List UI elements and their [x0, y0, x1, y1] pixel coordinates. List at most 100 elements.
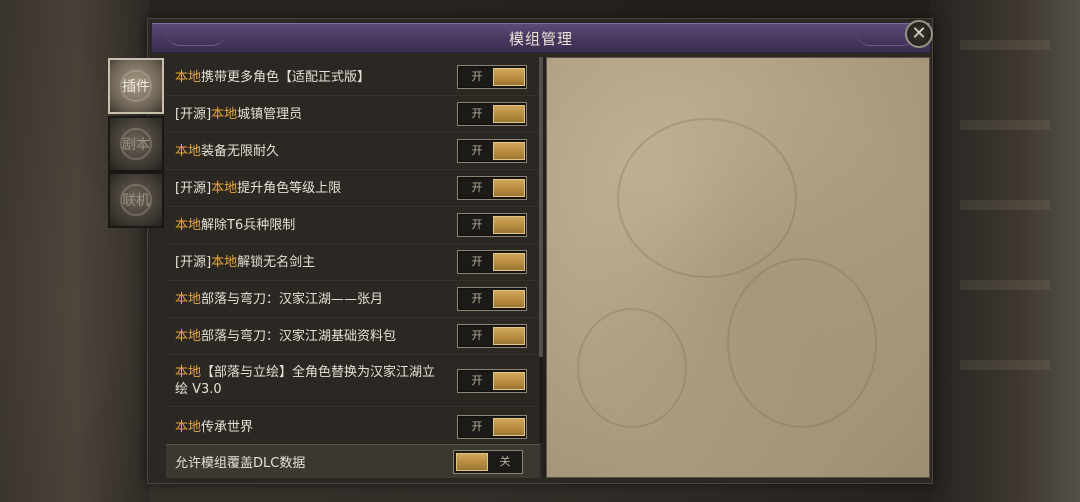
toggle-knob — [493, 216, 525, 234]
toggle-state-text: 开 — [471, 373, 483, 387]
toggle-state-text: 开 — [471, 70, 483, 83]
mod-label: 本地传承世界 — [175, 419, 445, 436]
background-decoration — [960, 200, 1050, 210]
mod-toggle[interactable]: 开 — [457, 65, 527, 89]
mod-source-tag: 本地 — [211, 254, 238, 270]
tab-label: 插件 — [122, 79, 150, 95]
toggle-state-text: 开 — [471, 329, 483, 342]
mod-toggle[interactable]: 开 — [457, 415, 527, 439]
mod-source-tag: 本地 — [175, 69, 202, 85]
mod-name: 装备无限耐久 — [201, 143, 280, 159]
background-decoration — [960, 120, 1050, 130]
background-decoration — [960, 40, 1050, 50]
dlc-override-label: 允许模组覆盖DLC数据 — [175, 456, 306, 471]
mod-prefix: [开源] — [175, 106, 212, 122]
title-ornament-left — [166, 32, 226, 46]
mod-toggle[interactable]: 开 — [457, 287, 527, 311]
mod-row: 本地部落与弯刀：汉家江湖——张月 开 — [166, 281, 540, 318]
mod-name: 部落与弯刀：汉家江湖基础资料包 — [201, 328, 397, 344]
preview-illustration — [727, 258, 877, 428]
toggle-knob — [493, 418, 525, 436]
mod-source-tag: 本地 — [175, 217, 202, 233]
toggle-knob — [493, 105, 525, 123]
preview-illustration — [617, 118, 797, 278]
mod-row: 本地装备无限耐久 开 — [166, 133, 540, 170]
mod-label: 本地装备无限耐久 — [175, 143, 445, 160]
mod-prefix: [开源] — [175, 254, 212, 270]
mod-label: [开源]本地提升角色等级上限 — [175, 180, 445, 197]
mod-toggle[interactable]: 开 — [457, 102, 527, 126]
mod-label: [开源]本地城镇管理员 — [175, 106, 445, 123]
mod-name: 解除T6兵种限制 — [201, 217, 296, 233]
background-decoration — [960, 360, 1050, 370]
mod-toggle[interactable]: 开 — [457, 213, 527, 237]
mod-name: 【部落与立绘】全角色替换为汉家江湖立绘 V3.0 — [175, 364, 436, 397]
mod-label: 本地部落与弯刀：汉家江湖——张月 — [175, 291, 445, 308]
mod-label: 本地部落与弯刀：汉家江湖基础资料包 — [175, 328, 445, 345]
mod-toggle[interactable]: 开 — [457, 250, 527, 274]
mod-source-tag: 本地 — [175, 143, 202, 159]
window-title: 模组管理 — [508, 29, 573, 48]
mod-row: 本地传承世界 开 — [166, 409, 540, 443]
dlc-override-row: 允许模组覆盖DLC数据 关 — [166, 444, 540, 478]
toggle-knob — [493, 327, 525, 345]
mod-toggle[interactable]: 开 — [457, 368, 527, 393]
background-decoration — [960, 280, 1050, 290]
mod-row: 本地部落与弯刀：汉家江湖基础资料包 开 — [166, 318, 540, 355]
window-titlebar: 模组管理 — [152, 23, 930, 53]
mod-name: 城镇管理员 — [237, 106, 303, 122]
toggle-knob — [493, 253, 525, 271]
mod-toggle[interactable]: 开 — [457, 176, 527, 200]
mod-preview-panel — [546, 57, 930, 478]
dlc-override-toggle[interactable]: 关 — [453, 450, 523, 474]
tab-scenarios[interactable]: 剧本 — [108, 116, 164, 172]
mod-toggle[interactable]: 开 — [457, 139, 527, 163]
mod-row: [开源]本地提升角色等级上限 开 — [166, 170, 540, 207]
close-button[interactable]: ✕ — [905, 20, 933, 48]
mod-label: 本地携带更多角色【适配正式版】 — [175, 69, 445, 86]
mod-row: 本地解除T6兵种限制 开 — [166, 207, 540, 244]
toggle-state-text: 开 — [471, 218, 483, 231]
mod-label: 本地解除T6兵种限制 — [175, 217, 445, 234]
toggle-state-text: 开 — [471, 292, 483, 305]
toggle-knob — [493, 371, 525, 390]
mod-row: [开源]本地解锁无名剑主 开 — [166, 244, 540, 281]
toggle-state-text: 开 — [471, 107, 483, 120]
mod-row: 本地【部落与立绘】全角色替换为汉家江湖立绘 V3.0 开 — [166, 355, 540, 407]
mod-name: 携带更多角色【适配正式版】 — [201, 69, 371, 85]
toggle-knob — [493, 290, 525, 308]
toggle-knob — [456, 453, 488, 471]
tab-label: 剧本 — [122, 137, 150, 153]
mod-source-tag: 本地 — [211, 106, 238, 122]
mod-list: 本地携带更多角色【适配正式版】 开 [开源]本地城镇管理员 开 本地装备无限耐久… — [166, 57, 540, 443]
toggle-state-text: 开 — [471, 144, 483, 157]
toggle-state-text: 开 — [471, 420, 483, 433]
mod-source-tag: 本地 — [211, 180, 238, 196]
background-right-scene — [930, 0, 1080, 502]
toggle-knob — [493, 68, 525, 86]
toggle-knob — [493, 179, 525, 197]
mod-source-tag: 本地 — [175, 419, 202, 435]
mod-label: [开源]本地解锁无名剑主 — [175, 254, 445, 271]
toggle-state-text: 开 — [471, 255, 483, 268]
toggle-knob — [493, 142, 525, 160]
preview-illustration — [577, 308, 687, 428]
mod-source-tag: 本地 — [175, 328, 202, 344]
mod-prefix: [开源] — [175, 180, 212, 196]
mod-toggle[interactable]: 开 — [457, 324, 527, 348]
tab-multiplayer[interactable]: 联机 — [108, 172, 164, 228]
mod-source-tag: 本地 — [175, 364, 202, 380]
mod-name: 传承世界 — [201, 419, 254, 435]
mod-row: [开源]本地城镇管理员 开 — [166, 96, 540, 133]
mod-source-tag: 本地 — [175, 291, 202, 307]
tab-label: 联机 — [122, 193, 150, 209]
mod-row: 本地携带更多角色【适配正式版】 开 — [166, 59, 540, 96]
close-icon: ✕ — [911, 23, 927, 44]
mod-name: 部落与弯刀：汉家江湖——张月 — [201, 291, 384, 307]
mod-name: 解锁无名剑主 — [237, 254, 316, 270]
mod-label: 本地【部落与立绘】全角色替换为汉家江湖立绘 V3.0 — [175, 364, 443, 398]
mod-name: 提升角色等级上限 — [237, 180, 342, 196]
toggle-state-text: 关 — [499, 455, 511, 468]
tab-plugins[interactable]: 插件 — [108, 58, 164, 114]
toggle-state-text: 开 — [471, 181, 483, 194]
